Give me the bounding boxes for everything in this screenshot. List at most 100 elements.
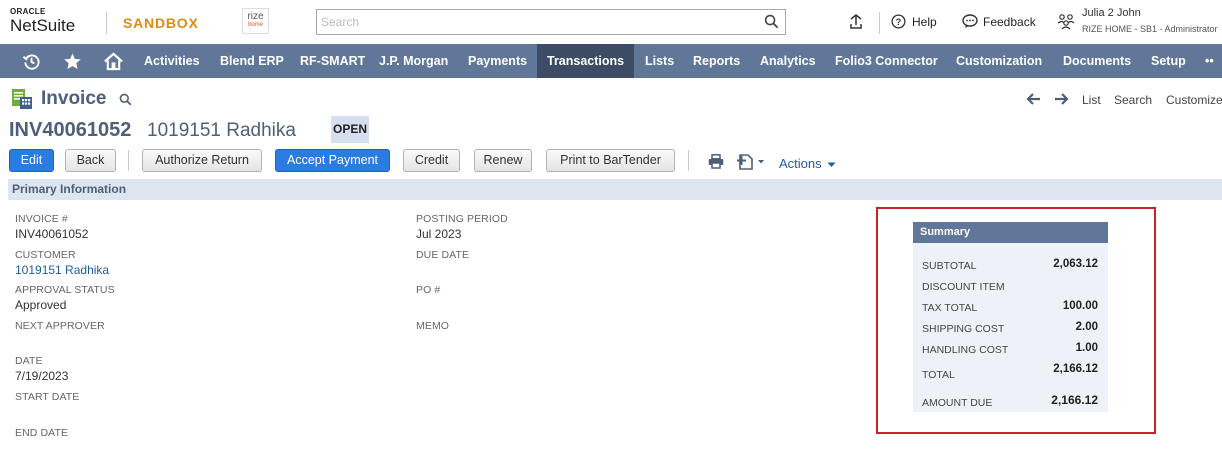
- feedback-link[interactable]: Feedback: [983, 15, 1036, 29]
- nav-customization[interactable]: Customization: [946, 44, 1052, 78]
- summary-label: AMOUNT DUE: [922, 397, 993, 409]
- header-divider: [879, 12, 880, 34]
- field-label: APPROVAL STATUS: [15, 284, 115, 296]
- environment-label: SANDBOX: [123, 15, 199, 31]
- search-icon[interactable]: [764, 14, 779, 32]
- summary-row-total: TOTAL 2,166.12: [922, 363, 1098, 381]
- edit-button[interactable]: Edit: [9, 149, 54, 172]
- actions-label: Actions: [779, 156, 822, 171]
- print-icon[interactable]: [708, 154, 724, 172]
- list-link[interactable]: List: [1082, 93, 1101, 107]
- posting-period-field: POSTING PERIOD Jul 2023: [416, 213, 508, 241]
- memo-field: MEMO: [416, 320, 449, 333]
- field-label: DATE: [15, 355, 43, 367]
- nav-setup[interactable]: Setup: [1141, 44, 1196, 78]
- nav-lists[interactable]: Lists: [635, 44, 684, 78]
- summary-value: 2,166.12: [1053, 363, 1098, 375]
- field-label: START DATE: [15, 391, 80, 403]
- summary-label: DISCOUNT ITEM: [922, 281, 1005, 293]
- summary-label: TOTAL: [922, 369, 955, 381]
- due-date-field: DUE DATE: [416, 249, 469, 262]
- company-logo-name: rize: [247, 11, 264, 22]
- netsuite-logo-text: NetSuite: [10, 16, 76, 35]
- summary-row-tax: TAX TOTAL 100.00: [922, 300, 1098, 314]
- customer-link[interactable]: 1019151 Radhika: [15, 263, 109, 277]
- summary-row-subtotal: SUBTOTAL 2,063.12: [922, 258, 1098, 272]
- summary-value: 2,166.12: [1051, 393, 1098, 407]
- help-link[interactable]: Help: [912, 15, 937, 29]
- recent-records-icon[interactable]: [848, 13, 864, 34]
- summary-value: 2.00: [1075, 321, 1098, 333]
- summary-row-discount: DISCOUNT ITEM: [922, 279, 1098, 293]
- status-badge: OPEN: [331, 116, 369, 143]
- top-header: ORACLE NetSuite SANDBOX rize home ? Help…: [0, 0, 1222, 44]
- next-record-icon[interactable]: [1053, 92, 1069, 109]
- print-bartender-button[interactable]: Print to BarTender: [546, 149, 675, 172]
- netsuite-logo[interactable]: ORACLE NetSuite: [10, 7, 76, 35]
- back-button[interactable]: Back: [65, 149, 116, 172]
- record-customer-name: 1019151 Radhika: [147, 120, 296, 141]
- field-label: POSTING PERIOD: [416, 213, 508, 225]
- nav-documents[interactable]: Documents: [1053, 44, 1141, 78]
- nav-activities[interactable]: Activities: [134, 44, 210, 78]
- accept-payment-button[interactable]: Accept Payment: [275, 149, 390, 172]
- summary-value: 1.00: [1075, 342, 1098, 354]
- summary-row-amount-due: AMOUNT DUE 2,166.12: [922, 393, 1098, 409]
- summary-row-shipping: SHIPPING COST 2.00: [922, 321, 1098, 335]
- nav-folio3-connector[interactable]: Folio3 Connector: [825, 44, 948, 78]
- nav-transactions[interactable]: Transactions: [537, 44, 635, 78]
- field-label: MEMO: [416, 320, 450, 332]
- toolbar-divider: [128, 150, 129, 171]
- header-divider: [106, 12, 107, 34]
- global-search-input[interactable]: [317, 10, 757, 34]
- previous-record-icon[interactable]: [1026, 92, 1042, 109]
- user-name: Julia 2 John: [1082, 7, 1141, 19]
- customize-link[interactable]: Customize: [1166, 93, 1222, 107]
- summary-panel: Summary SUBTOTAL 2,063.12 DISCOUNT ITEM …: [913, 222, 1108, 412]
- primary-information-header[interactable]: Primary Information: [8, 179, 1222, 200]
- nav-reports[interactable]: Reports: [683, 44, 750, 78]
- field-value: Approved: [15, 298, 67, 312]
- global-search[interactable]: [316, 9, 786, 35]
- nav-more[interactable]: ••: [1201, 44, 1218, 78]
- record-search-icon[interactable]: [119, 93, 132, 109]
- customer-field: CUSTOMER 1019151 Radhika: [15, 249, 109, 277]
- actions-menu[interactable]: Actions: [779, 156, 836, 171]
- summary-label: TAX TOTAL: [922, 302, 978, 314]
- field-label: END DATE: [15, 427, 69, 439]
- summary-label: HANDLING COST: [922, 344, 1009, 356]
- next-approver-field: NEXT APPROVER: [15, 320, 105, 333]
- svg-text:?: ?: [896, 17, 902, 27]
- new-document-dropdown-icon[interactable]: [737, 152, 767, 173]
- company-logo: rize home: [242, 8, 269, 34]
- nav-jp-morgan[interactable]: J.P. Morgan: [369, 44, 458, 78]
- renew-button[interactable]: Renew: [474, 149, 532, 172]
- end-date-field: END DATE: [15, 427, 68, 440]
- help-icon[interactable]: ?: [891, 14, 906, 32]
- recent-history-icon[interactable]: [22, 52, 41, 74]
- field-value: Jul 2023: [416, 227, 462, 241]
- user-role: RIZE HOME - SB1 - Administrator: [1082, 24, 1218, 34]
- nav-payments[interactable]: Payments: [458, 44, 537, 78]
- field-label: DUE DATE: [416, 249, 470, 261]
- date-field: DATE 7/19/2023: [15, 355, 68, 383]
- field-value: 7/19/2023: [15, 369, 69, 383]
- field-value: INV40061052: [15, 227, 89, 241]
- home-icon[interactable]: [103, 52, 124, 74]
- main-nav: Activities Blend ERP RF-SMART J.P. Morga…: [0, 44, 1222, 78]
- nav-analytics[interactable]: Analytics: [750, 44, 826, 78]
- summary-title: Summary: [913, 222, 1108, 243]
- approval-status-field: APPROVAL STATUS Approved: [15, 284, 115, 312]
- start-date-field: START DATE: [15, 391, 79, 404]
- search-link[interactable]: Search: [1114, 93, 1152, 107]
- nav-blend-erp[interactable]: Blend ERP: [210, 44, 294, 78]
- oracle-logo-text: ORACLE: [10, 7, 46, 16]
- credit-button[interactable]: Credit: [403, 149, 460, 172]
- nav-rf-smart[interactable]: RF-SMART: [290, 44, 375, 78]
- chevron-down-icon: [827, 162, 836, 167]
- star-icon[interactable]: [63, 52, 82, 74]
- feedback-icon[interactable]: [962, 14, 978, 32]
- authorize-return-button[interactable]: Authorize Return: [142, 149, 262, 172]
- field-label: INVOICE #: [15, 213, 68, 225]
- record-number: INV40061052: [9, 119, 132, 141]
